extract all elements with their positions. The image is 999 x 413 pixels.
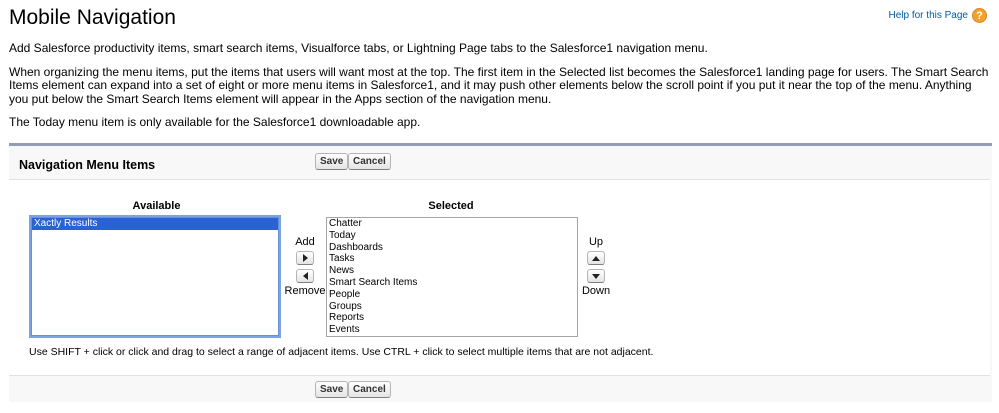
arrow-left-icon — [302, 272, 308, 280]
list-item[interactable]: Chatter — [327, 218, 577, 230]
list-item[interactable]: Xactly Results — [32, 218, 278, 230]
list-item[interactable]: Dashboards — [327, 242, 577, 254]
add-label: Add — [295, 236, 315, 248]
up-label: Up — [588, 236, 604, 248]
list-item[interactable]: Tasks — [327, 253, 577, 265]
selected-listbox[interactable]: Chatter Today Dashboards Tasks News Smart Sea… — [326, 217, 578, 337]
panel-title: Navigation Menu Items — [19, 158, 156, 172]
cancel-button-top[interactable]: Cancel — [348, 153, 391, 170]
up-button[interactable] — [587, 251, 605, 265]
save-button-bottom[interactable]: Save — [315, 381, 349, 398]
intro-paragraph-2: When organizing the menu items, put the … — [9, 64, 989, 106]
selected-label: Selected — [428, 200, 474, 212]
list-item[interactable]: Groups — [327, 301, 577, 313]
arrow-down-icon — [592, 273, 600, 279]
down-label: Down — [581, 285, 611, 297]
help-link-text[interactable]: Help for this Page — [889, 10, 969, 21]
remove-label: Remove — [284, 285, 326, 297]
list-item[interactable]: Today — [327, 230, 577, 242]
cancel-button-bottom[interactable]: Cancel — [348, 381, 391, 398]
arrow-right-icon — [302, 254, 308, 262]
intro-paragraph-1: Add Salesforce productivity items, smart… — [9, 41, 708, 55]
panel-header: Navigation Menu Items Save Cancel — [9, 146, 992, 179]
panel-body: Available Selected Xactly Results Add Re… — [9, 179, 990, 376]
page-title: Mobile Navigation — [9, 6, 176, 29]
help-icon[interactable]: ? — [972, 8, 987, 23]
available-label: Available — [132, 200, 181, 212]
remove-button[interactable] — [296, 269, 314, 283]
intro-text: Add Salesforce productivity items, smart… — [9, 41, 991, 140]
add-button[interactable] — [296, 251, 314, 265]
list-item[interactable]: Events — [327, 324, 577, 336]
list-item[interactable]: Reports — [327, 312, 577, 324]
arrow-up-icon — [592, 255, 600, 261]
down-button[interactable] — [587, 269, 605, 283]
selection-hint: Use SHIFT + click or click and drag to s… — [29, 346, 654, 358]
intro-paragraph-3: The Today menu item is only available fo… — [9, 115, 421, 129]
available-listbox[interactable]: Xactly Results — [31, 217, 279, 336]
navigation-menu-panel: Navigation Menu Items Save Cancel Availa… — [9, 143, 992, 402]
list-item[interactable]: People — [327, 289, 577, 301]
list-item[interactable]: News — [327, 265, 577, 277]
list-item[interactable]: Smart Search Items — [327, 277, 577, 289]
save-button-top[interactable]: Save — [315, 153, 349, 170]
help-link[interactable]: Help for this Page ? — [889, 8, 987, 23]
